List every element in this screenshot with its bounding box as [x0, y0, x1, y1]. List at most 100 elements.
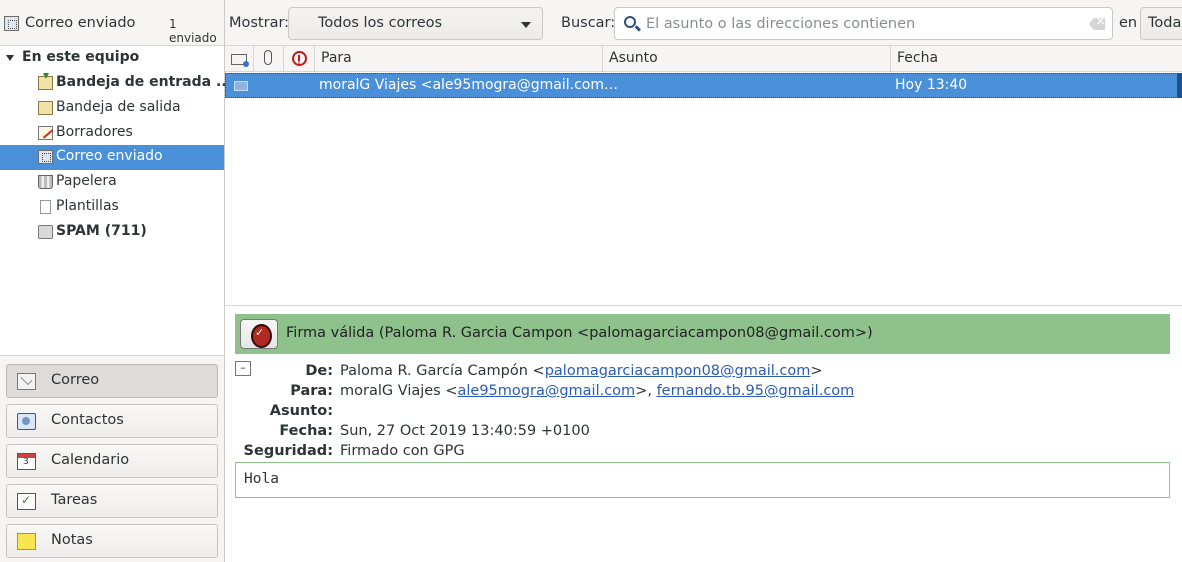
- to-label: Para:: [290, 383, 333, 399]
- folder-count: 1 enviado: [169, 17, 217, 45]
- message-body: Hola: [235, 462, 1170, 498]
- column-label: Asunto: [609, 50, 658, 66]
- to-email-link[interactable]: fernando.tb.95@gmail.com: [657, 383, 855, 399]
- component-switcher: Correo Contactos Calendario Tareas Notas: [0, 355, 225, 562]
- row-date: Hoy 13:40: [895, 77, 968, 93]
- from-name: Paloma R. García Campón <: [340, 363, 545, 379]
- important-icon: [292, 51, 307, 66]
- folder-templates[interactable]: Plantillas: [0, 195, 224, 220]
- sent-icon: [38, 150, 53, 164]
- sent-folder-icon: [4, 16, 19, 31]
- nav-tasks-button[interactable]: Tareas: [6, 484, 218, 518]
- paperclip-icon: [264, 50, 272, 65]
- folder-label: Bandeja de salida: [56, 99, 181, 115]
- chevron-down-icon: [521, 22, 531, 28]
- security-label: Seguridad:: [243, 443, 333, 459]
- search-scope-value: Toda: [1148, 15, 1182, 31]
- date-value: Sun, 27 Oct 2019 13:40:59 +0100: [340, 423, 590, 439]
- message-row[interactable]: moralG Viajes <ale95mogra@gmail.com… Hoy…: [225, 73, 1182, 98]
- to-value: moralG Viajes <ale95mogra@gmail.com>, fe…: [340, 383, 854, 399]
- folder-spam[interactable]: SPAM (711): [0, 220, 224, 245]
- inbox-icon: [38, 73, 53, 90]
- column-date[interactable]: Fecha: [891, 46, 1182, 72]
- search-scope-select[interactable]: Toda: [1140, 7, 1182, 40]
- from-close: >: [810, 363, 823, 379]
- search-label: Buscar:: [561, 15, 616, 31]
- folder-outbox[interactable]: Bandeja de salida: [0, 96, 224, 121]
- message-list: Para Asunto Fecha moralG Viajes <ale95mo…: [225, 46, 1182, 305]
- nav-notes-button[interactable]: Notas: [6, 524, 218, 558]
- subject-label: Asunto:: [269, 403, 333, 419]
- column-label: Para: [321, 50, 352, 66]
- search-box[interactable]: [614, 7, 1113, 40]
- list-header: Para Asunto Fecha: [225, 46, 1182, 72]
- folder-title-area: Correo enviado 1 enviado: [0, 0, 225, 46]
- show-filter-value: Todos los correos: [318, 15, 443, 31]
- message-preview: Firma válida (Paloma R. Garcia Campon <p…: [225, 305, 1182, 562]
- from-value: Paloma R. García Campón <palomagarciacam…: [340, 363, 823, 379]
- folder-label: Plantillas: [56, 198, 119, 214]
- folder-label: SPAM (711): [56, 223, 147, 239]
- nav-calendar-button[interactable]: Calendario: [6, 444, 218, 478]
- toolbar: Correo enviado 1 enviado Mostrar: Todos …: [0, 0, 1182, 46]
- read-status-icon: [231, 54, 249, 67]
- signature-banner: Firma válida (Paloma R. Garcia Campon <p…: [235, 314, 1170, 354]
- column-to[interactable]: Para: [315, 46, 603, 72]
- folder-sent[interactable]: Correo enviado: [0, 145, 224, 170]
- security-value: Firmado con GPG: [340, 443, 465, 459]
- to-name: moralG Viajes <: [340, 383, 458, 399]
- to-email-link[interactable]: ale95mogra@gmail.com: [458, 383, 636, 399]
- to-separator: >,: [635, 383, 657, 399]
- folder-title: Correo enviado: [25, 15, 136, 31]
- search-input[interactable]: [646, 14, 1086, 34]
- tree-root[interactable]: En este equipo: [0, 46, 224, 71]
- show-filter-select[interactable]: Todos los correos: [288, 7, 543, 40]
- nav-label: Notas: [51, 532, 93, 548]
- trash-icon: [38, 175, 53, 189]
- clear-search-icon[interactable]: [1089, 18, 1105, 30]
- contacts-icon: [17, 413, 36, 430]
- folder-label: Papelera: [56, 173, 117, 189]
- column-read-status[interactable]: [225, 46, 254, 72]
- folder-drafts[interactable]: Borradores: [0, 121, 224, 146]
- spam-icon: [38, 225, 53, 239]
- nav-label: Calendario: [51, 452, 130, 468]
- nav-label: Correo: [51, 372, 100, 388]
- nav-mail-button[interactable]: Correo: [6, 364, 218, 398]
- templates-icon: [40, 200, 51, 214]
- scrollbar[interactable]: [1177, 73, 1182, 98]
- folder-label: Bandeja de entrada ...: [56, 74, 232, 90]
- folder-tree: En este equipo Bandeja de entrada ... Ba…: [0, 46, 232, 355]
- column-subject[interactable]: Asunto: [603, 46, 891, 72]
- drafts-icon: [38, 126, 53, 140]
- collapse-headers-button[interactable]: –: [235, 361, 251, 376]
- signature-status: Firma válida (Paloma R. Garcia Campon <p…: [286, 325, 873, 341]
- row-recipient: moralG Viajes <ale95mogra@gmail.com…: [319, 77, 618, 93]
- calendar-icon: [17, 453, 36, 470]
- folder-inbox[interactable]: Bandeja de entrada ...: [0, 71, 232, 96]
- nav-label: Tareas: [51, 492, 98, 508]
- column-label: Fecha: [897, 50, 939, 66]
- folder-label: Borradores: [56, 124, 133, 140]
- expand-arrow-icon[interactable]: [6, 55, 14, 61]
- nav-label: Contactos: [51, 412, 124, 428]
- column-priority[interactable]: [284, 46, 315, 72]
- mail-icon: [17, 373, 36, 390]
- from-label: De:: [305, 363, 333, 379]
- date-label: Fecha:: [279, 423, 333, 439]
- from-email-link[interactable]: palomagarciacampon08@gmail.com: [545, 363, 811, 379]
- signature-seal-icon[interactable]: [240, 319, 278, 349]
- outbox-icon: [38, 101, 53, 115]
- folder-label: Correo enviado: [56, 148, 163, 164]
- notes-icon: [17, 533, 36, 550]
- tree-root-label: En este equipo: [22, 49, 140, 65]
- search-scope-label: en: [1119, 15, 1138, 31]
- tasks-icon: [17, 493, 36, 510]
- message-body-text: Hola: [244, 471, 279, 487]
- show-label: Mostrar:: [229, 15, 290, 31]
- search-icon: [624, 16, 636, 28]
- envelope-icon: [234, 81, 248, 91]
- nav-contacts-button[interactable]: Contactos: [6, 404, 218, 438]
- folder-trash[interactable]: Papelera: [0, 170, 224, 195]
- column-attachment[interactable]: [254, 46, 284, 72]
